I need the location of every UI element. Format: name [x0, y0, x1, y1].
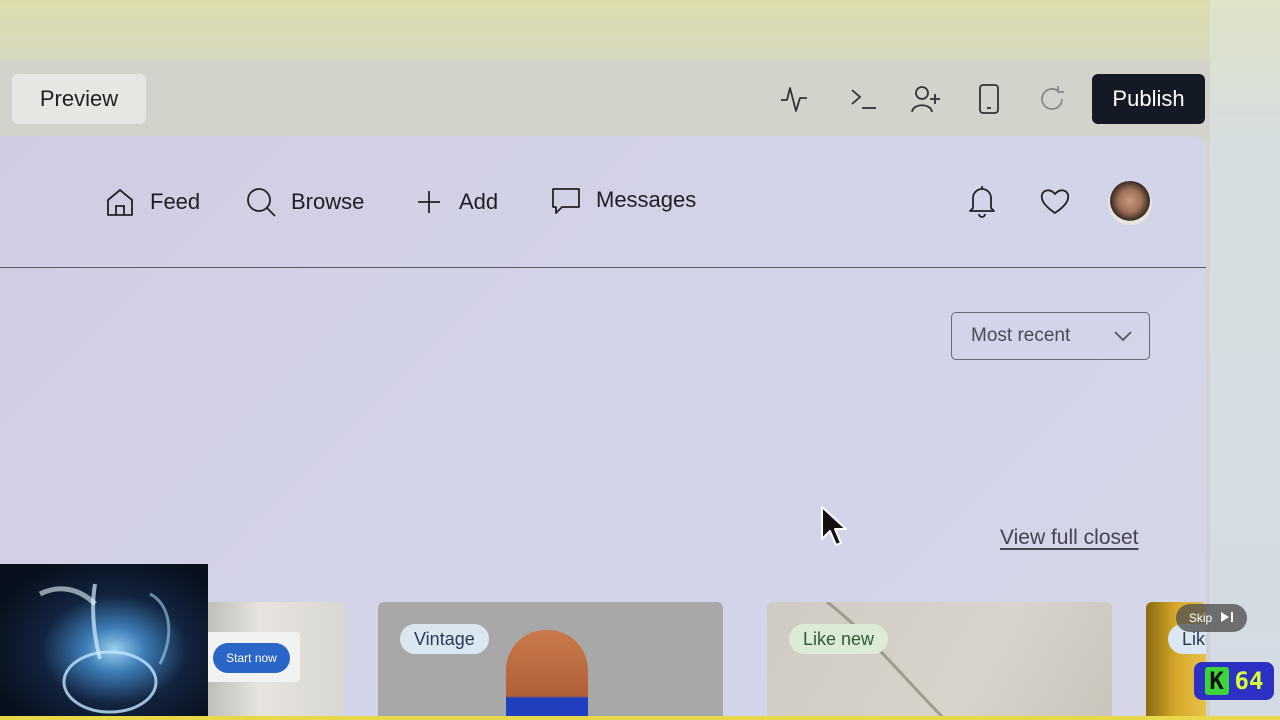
product-card[interactable]: Like new: [767, 602, 1112, 720]
skip-forward-icon: [1220, 611, 1234, 626]
home-icon: [104, 186, 136, 218]
glassware-image: [38, 583, 171, 714]
view-full-closet-link[interactable]: View full closet: [1000, 526, 1139, 550]
nav-label-browse: Browse: [291, 189, 365, 214]
avatar[interactable]: [1108, 181, 1152, 225]
product-image: [506, 630, 588, 720]
product-card[interactable]: Vintage: [378, 602, 723, 720]
app-navbar: Feed Browse Add Messages: [0, 136, 1206, 268]
mobile-device-icon[interactable]: [972, 82, 1006, 116]
chevron-down-icon: [1113, 327, 1133, 349]
search-icon: [245, 186, 277, 218]
video-ad-thumbnail[interactable]: [0, 564, 208, 720]
heart-icon[interactable]: [1038, 184, 1072, 218]
add-user-icon[interactable]: [909, 82, 943, 116]
nav-label-add: Add: [459, 189, 499, 214]
preview-button[interactable]: Preview: [12, 74, 146, 124]
nav-item-browse[interactable]: Browse: [245, 184, 364, 220]
badge-number: 64: [1234, 667, 1264, 695]
nav-item-messages[interactable]: Messages: [550, 182, 696, 218]
k-logo-icon: K: [1204, 667, 1229, 695]
channel-badge: K 64: [1194, 662, 1274, 700]
sort-dropdown[interactable]: Most recent: [951, 312, 1150, 360]
bell-icon[interactable]: [965, 184, 999, 218]
start-now-button[interactable]: Start now: [213, 643, 290, 673]
skip-label: Skip: [1188, 611, 1213, 625]
terminal-icon[interactable]: [846, 82, 880, 116]
activity-icon[interactable]: [777, 82, 811, 116]
editor-toolbar: Preview Publish: [0, 60, 1210, 140]
nav-item-add[interactable]: Add: [413, 184, 498, 220]
plus-icon: [413, 186, 445, 218]
progress-bar: [0, 716, 1280, 720]
product-image: [826, 602, 948, 720]
message-icon: [550, 184, 582, 216]
mouse-cursor-icon: [821, 506, 847, 546]
ad-cta-box: Start now: [208, 632, 300, 682]
refresh-icon[interactable]: [1035, 82, 1069, 116]
publish-button[interactable]: Publish: [1092, 74, 1205, 124]
nav-label-messages: Messages: [596, 187, 697, 212]
sort-dropdown-label: Most recent: [971, 325, 1071, 346]
nav-label-feed: Feed: [150, 189, 201, 214]
skip-ad-button[interactable]: Skip: [1176, 604, 1247, 632]
card-tag: Vintage: [400, 624, 489, 654]
card-tag: Like new: [789, 624, 889, 654]
nav-item-feed[interactable]: Feed: [104, 184, 200, 220]
